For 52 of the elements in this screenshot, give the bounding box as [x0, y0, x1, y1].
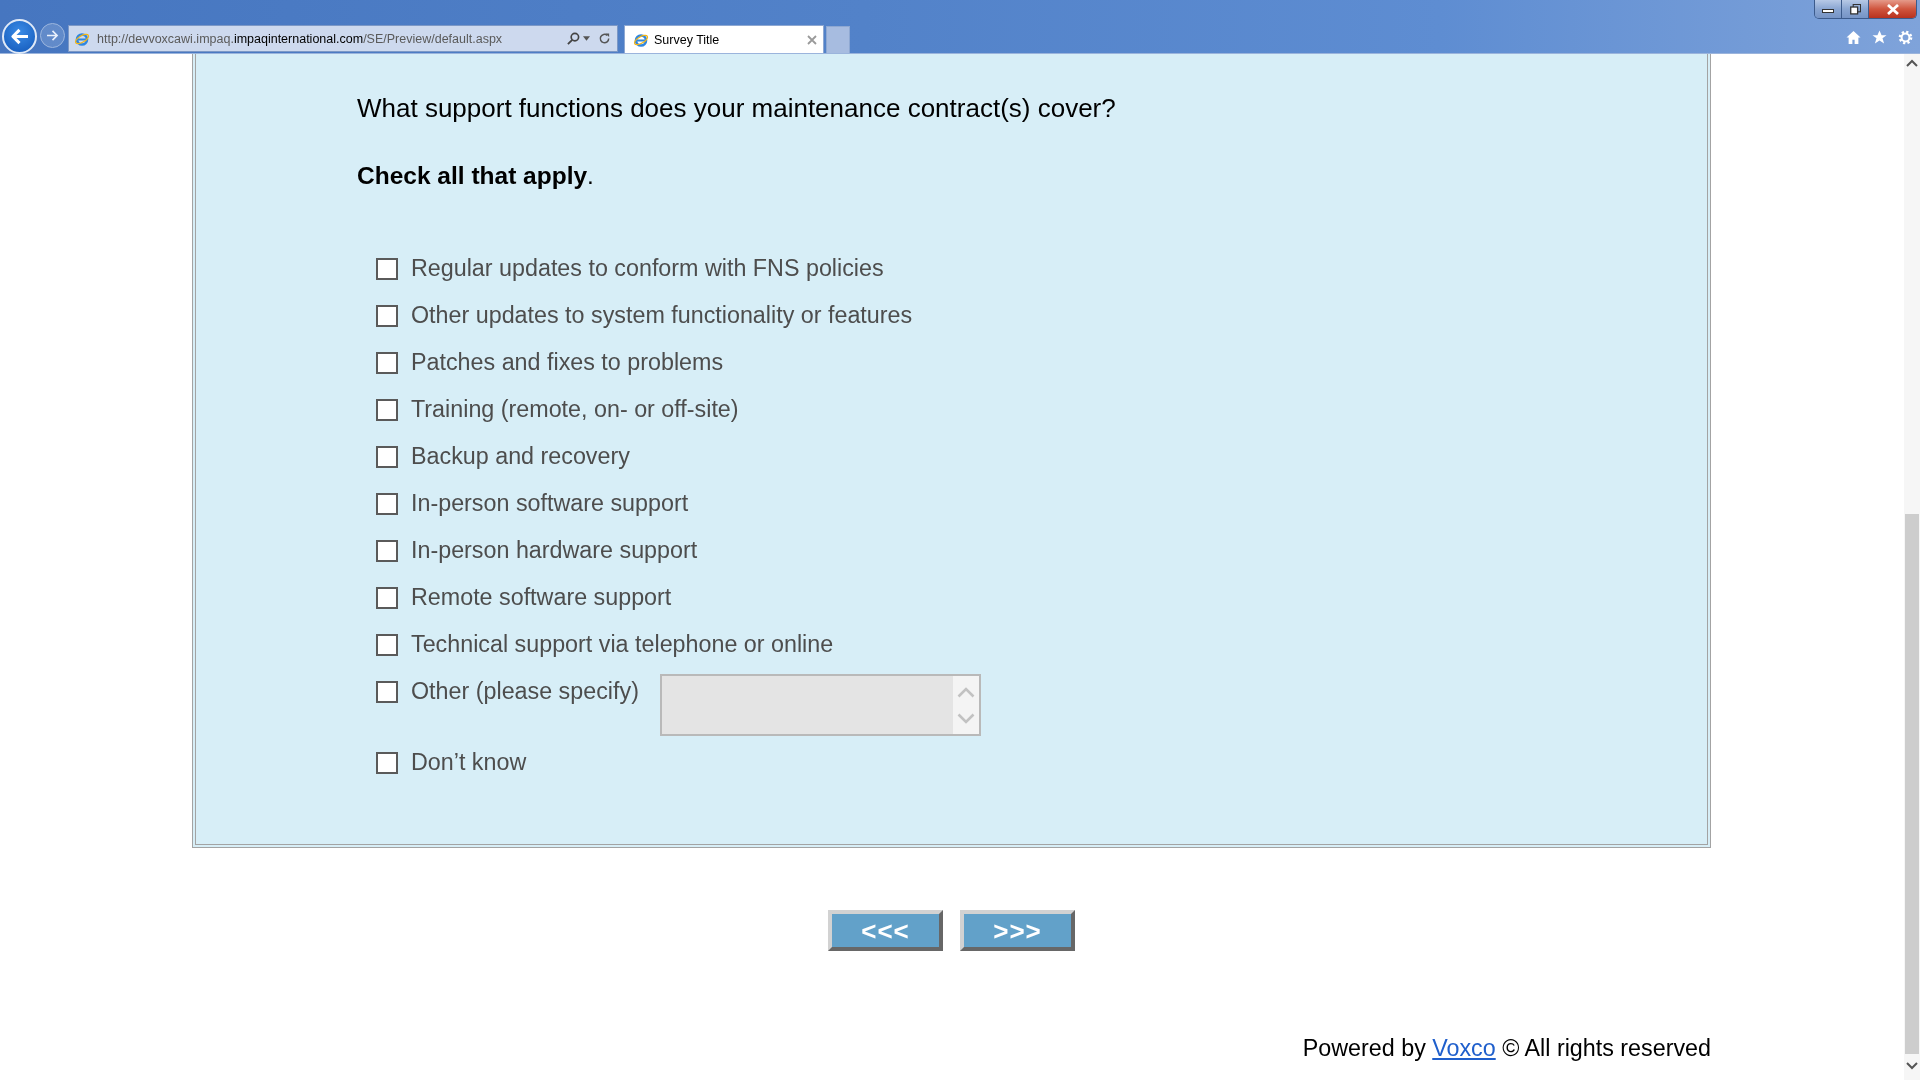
forward-button[interactable]: [40, 23, 65, 48]
voxco-link[interactable]: Voxco: [1432, 1035, 1496, 1061]
checkbox[interactable]: [376, 257, 398, 280]
footer-text: Powered by Voxco © All rights reserved: [1302, 1034, 1711, 1062]
settings-icon[interactable]: [1898, 30, 1913, 45]
site-icon: [74, 30, 90, 47]
option-label: In-person software support: [411, 490, 689, 517]
checkbox[interactable]: [376, 304, 398, 327]
minimize-icon: [1822, 9, 1834, 13]
option-label: In-person hardware support: [411, 537, 698, 564]
option-label: Other updates to system functionality or features: [411, 302, 913, 329]
address-bar[interactable]: http://devvoxcawi.impaq.impaqinternational.com/SE/Preview/default.aspx: [68, 25, 618, 52]
scrollbar-thumb[interactable]: [1905, 514, 1919, 1054]
url-text: http://devvoxcawi.impaq.impaqinternational.com/SE/Preview/default.aspx: [96, 31, 504, 46]
checkbox[interactable]: [376, 492, 398, 515]
chevron-down-icon[interactable]: [1906, 1062, 1918, 1070]
back-arrow-icon: [10, 28, 29, 45]
forward-arrow-icon: [46, 30, 59, 41]
dropdown-caret-icon[interactable]: [583, 36, 590, 41]
chevron-up-icon[interactable]: [1906, 59, 1918, 67]
option-label: Training (remote, on- or off-site): [411, 396, 739, 423]
checkbox[interactable]: [376, 633, 398, 656]
star-icon[interactable]: [1872, 30, 1887, 45]
checkbox[interactable]: [376, 586, 398, 609]
instruction-text: Check all that apply.: [357, 161, 595, 191]
checkbox[interactable]: [376, 351, 398, 374]
checkbox[interactable]: [376, 539, 398, 562]
search-icon[interactable]: [567, 32, 580, 45]
refresh-icon[interactable]: [598, 32, 611, 45]
checkbox[interactable]: [376, 398, 398, 421]
option-label: Backup and recovery: [411, 443, 630, 470]
question-text: What support functions does your maintenance contract(s) cover?: [357, 93, 1117, 123]
restore-button[interactable]: [1842, 0, 1869, 18]
option-label: Regular updates to conform with FNS policies: [411, 255, 884, 282]
vertical-scrollbar[interactable]: [1904, 54, 1920, 1080]
option-label: Patches and fixes to problems: [411, 349, 724, 376]
option-label: Remote software support: [411, 584, 672, 611]
close-icon: [1885, 3, 1900, 15]
option-label: Don’t know: [411, 749, 527, 776]
checkbox[interactable]: [376, 445, 398, 468]
checkbox[interactable]: [376, 680, 398, 703]
close-button[interactable]: [1869, 0, 1916, 18]
site-icon: [633, 31, 649, 48]
option-label: Other (please specify): [411, 678, 639, 705]
checkbox[interactable]: [376, 751, 398, 774]
browser-tab[interactable]: Survey Title: [624, 25, 824, 53]
restore-icon: [1849, 3, 1861, 15]
minimize-button[interactable]: [1815, 0, 1842, 18]
option-label: Technical support via telephone or online: [411, 631, 834, 658]
home-icon[interactable]: [1846, 30, 1861, 45]
close-icon[interactable]: [807, 34, 817, 45]
back-button[interactable]: [2, 19, 37, 54]
